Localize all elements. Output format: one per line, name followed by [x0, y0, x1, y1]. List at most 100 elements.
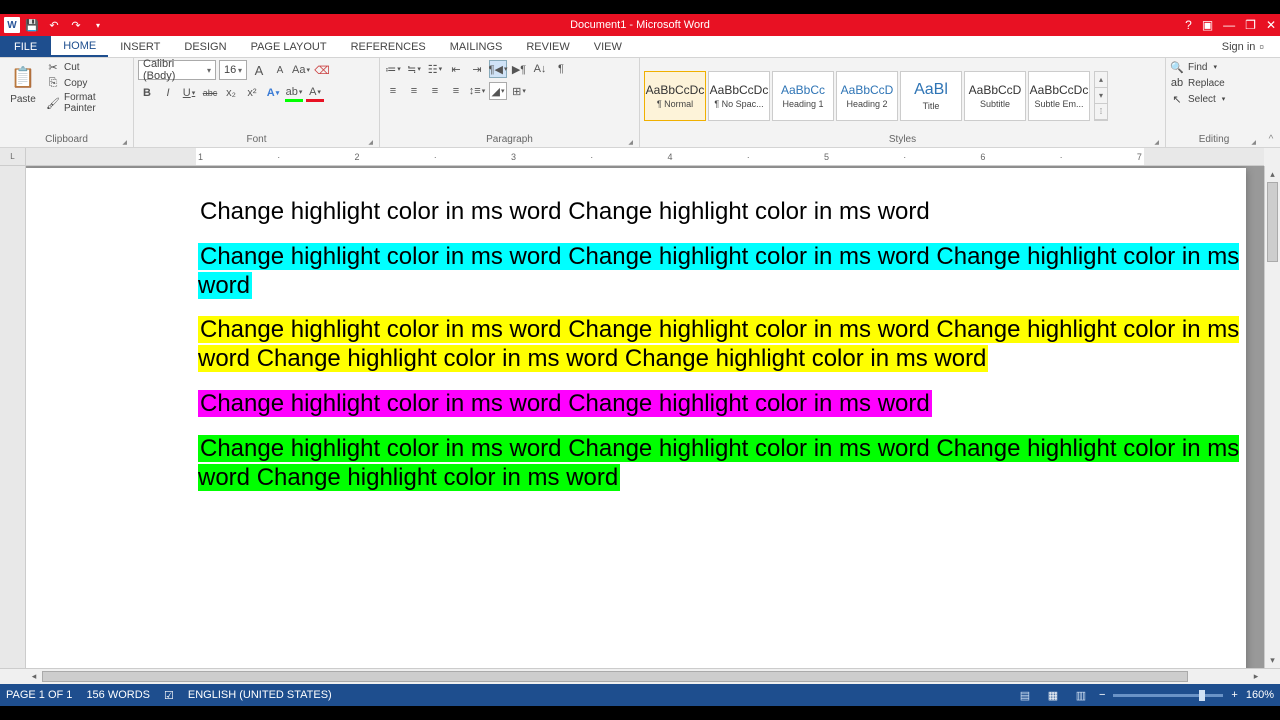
paste-label: Paste — [10, 94, 36, 105]
styles-gallery[interactable]: AaBbCcDc¶ NormalAaBbCcDc¶ No Spac...AaBb… — [644, 71, 1090, 121]
document-paragraph[interactable]: Change highlight color in ms word Change… — [198, 198, 1246, 227]
select-button[interactable]: ↖Select▾ — [1170, 92, 1225, 106]
format-painter-button[interactable]: 🖌Format Painter — [46, 92, 129, 114]
paste-button[interactable]: 📋 Paste — [4, 60, 42, 107]
style-tile-heading-2[interactable]: AaBbCcDHeading 2 — [836, 71, 898, 121]
shading-button[interactable]: ◢ — [489, 82, 507, 100]
grow-font-button[interactable]: A — [250, 61, 268, 79]
subscript-button[interactable]: x₂ — [222, 84, 240, 102]
word-count[interactable]: 156 WORDS — [86, 689, 150, 701]
document-paragraph[interactable]: Change highlight color in ms word Change… — [198, 435, 1246, 493]
rtl-direction-button[interactable]: ▶¶ — [510, 60, 528, 78]
font-size-combo[interactable]: 16 — [219, 60, 247, 80]
review-tab[interactable]: REVIEW — [514, 36, 581, 57]
ltr-direction-button[interactable]: ¶◀ — [489, 60, 507, 78]
vertical-ruler[interactable] — [0, 166, 26, 668]
clear-formatting-button[interactable]: ⌫ — [313, 61, 331, 79]
close-button[interactable]: ✕ — [1266, 18, 1276, 32]
clipboard-group-label: Clipboard — [4, 132, 129, 147]
zoom-slider[interactable] — [1113, 694, 1223, 697]
zoom-out-button[interactable]: − — [1099, 689, 1105, 701]
superscript-button[interactable]: x² — [243, 84, 261, 102]
save-button[interactable]: 💾 — [22, 15, 42, 35]
minimize-button[interactable]: — — [1223, 18, 1235, 32]
restore-button[interactable]: ❐ — [1245, 18, 1256, 32]
sort-button[interactable]: A↓ — [531, 60, 549, 78]
ribbon-display-button[interactable]: ▣ — [1202, 18, 1213, 32]
italic-button[interactable]: I — [159, 84, 177, 102]
ribbon: 📋 Paste ✂Cut ⎘Copy 🖌Format Painter Clipb… — [0, 58, 1280, 148]
redo-button[interactable]: ↷ — [66, 15, 86, 35]
brush-icon: 🖌 — [46, 96, 60, 110]
ruler-corner: L — [0, 148, 26, 166]
page-layout-tab[interactable]: PAGE LAYOUT — [239, 36, 339, 57]
paragraph-group-label: Paragraph — [384, 132, 635, 147]
decrease-indent-button[interactable]: ⇤ — [447, 60, 465, 78]
undo-button[interactable]: ↶ — [44, 15, 64, 35]
horizontal-ruler[interactable]: 1·2·3·4·5·6·7 — [26, 148, 1264, 166]
numbering-button[interactable]: ≒ — [405, 60, 423, 78]
style-tile-heading-1[interactable]: AaBbCcHeading 1 — [772, 71, 834, 121]
qat-customize[interactable]: ▾ — [88, 15, 108, 35]
print-layout-button[interactable]: ▦ — [1043, 687, 1063, 703]
home-tab[interactable]: HOME — [51, 36, 108, 57]
editing-group-label: Editing — [1170, 132, 1258, 147]
underline-button[interactable]: U — [180, 84, 198, 102]
design-tab[interactable]: DESIGN — [172, 36, 238, 57]
bullets-button[interactable]: ≔ — [384, 60, 402, 78]
cursor-icon: ↖ — [1170, 92, 1184, 106]
align-center-button[interactable]: ≡ — [405, 82, 423, 100]
language-indicator[interactable]: ENGLISH (UNITED STATES) — [188, 689, 332, 701]
mailings-tab[interactable]: MAILINGS — [438, 36, 515, 57]
styles-scroll[interactable]: ▴▾⁞ — [1094, 71, 1108, 121]
line-spacing-button[interactable]: ↕≡ — [468, 82, 486, 100]
zoom-in-button[interactable]: + — [1231, 689, 1237, 701]
style-tile-subtle-em---[interactable]: AaBbCcDcSubtle Em... — [1028, 71, 1090, 121]
scissors-icon: ✂ — [46, 60, 60, 74]
replace-button[interactable]: abReplace — [1170, 76, 1225, 90]
style-tile-title[interactable]: AaBlTitle — [900, 71, 962, 121]
text-effects-button[interactable]: A — [264, 84, 282, 102]
justify-button[interactable]: ≡ — [447, 82, 465, 100]
document-paragraph[interactable]: Change highlight color in ms word Change… — [198, 390, 1246, 419]
align-left-button[interactable]: ≡ — [384, 82, 402, 100]
copy-button[interactable]: ⎘Copy — [46, 76, 129, 90]
align-right-button[interactable]: ≡ — [426, 82, 444, 100]
collapse-ribbon-button[interactable]: ^ — [1262, 58, 1280, 147]
read-mode-button[interactable]: ▤ — [1015, 687, 1035, 703]
zoom-level[interactable]: 160% — [1246, 689, 1274, 701]
font-color-button[interactable]: A — [306, 84, 324, 102]
highlight-color-button[interactable]: ab — [285, 84, 303, 102]
help-button[interactable]: ? — [1185, 18, 1192, 32]
increase-indent-button[interactable]: ⇥ — [468, 60, 486, 78]
style-tile-subtitle[interactable]: AaBbCcDSubtitle — [964, 71, 1026, 121]
copy-icon: ⎘ — [46, 76, 60, 90]
change-case-button[interactable]: Aa — [292, 61, 310, 79]
view-tab[interactable]: VIEW — [582, 36, 634, 57]
find-button[interactable]: 🔍Find▾ — [1170, 60, 1225, 74]
document-paragraph[interactable]: Change highlight color in ms word Change… — [198, 243, 1246, 301]
document-title: Document1 - Microsoft Word — [570, 19, 710, 31]
page-indicator[interactable]: PAGE 1 OF 1 — [6, 689, 72, 701]
style-tile---normal[interactable]: AaBbCcDc¶ Normal — [644, 71, 706, 121]
bold-button[interactable]: B — [138, 84, 156, 102]
sign-in-link[interactable]: Sign in — [1206, 36, 1280, 57]
insert-tab[interactable]: INSERT — [108, 36, 172, 57]
strikethrough-button[interactable]: abc — [201, 84, 219, 102]
ribbon-tabs: FILE HOME INSERT DESIGN PAGE LAYOUT REFE… — [0, 36, 1280, 58]
document-page[interactable]: Change highlight color in ms word Change… — [26, 168, 1246, 668]
multilevel-list-button[interactable]: ☷ — [426, 60, 444, 78]
references-tab[interactable]: REFERENCES — [339, 36, 438, 57]
shrink-font-button[interactable]: A — [271, 61, 289, 79]
horizontal-scrollbar[interactable]: ◂ ▸ — [0, 668, 1280, 684]
borders-button[interactable]: ⊞ — [510, 82, 528, 100]
proofing-icon[interactable]: ☑ — [164, 689, 174, 702]
show-paragraph-button[interactable]: ¶ — [552, 60, 570, 78]
file-tab[interactable]: FILE — [0, 36, 51, 57]
vertical-scrollbar[interactable]: ▴ ▾ — [1264, 166, 1280, 668]
document-paragraph[interactable]: Change highlight color in ms word Change… — [198, 316, 1246, 374]
font-name-combo[interactable]: Calibri (Body) — [138, 60, 216, 80]
web-layout-button[interactable]: ▥ — [1071, 687, 1091, 703]
style-tile---no-spac---[interactable]: AaBbCcDc¶ No Spac... — [708, 71, 770, 121]
cut-button[interactable]: ✂Cut — [46, 60, 129, 74]
